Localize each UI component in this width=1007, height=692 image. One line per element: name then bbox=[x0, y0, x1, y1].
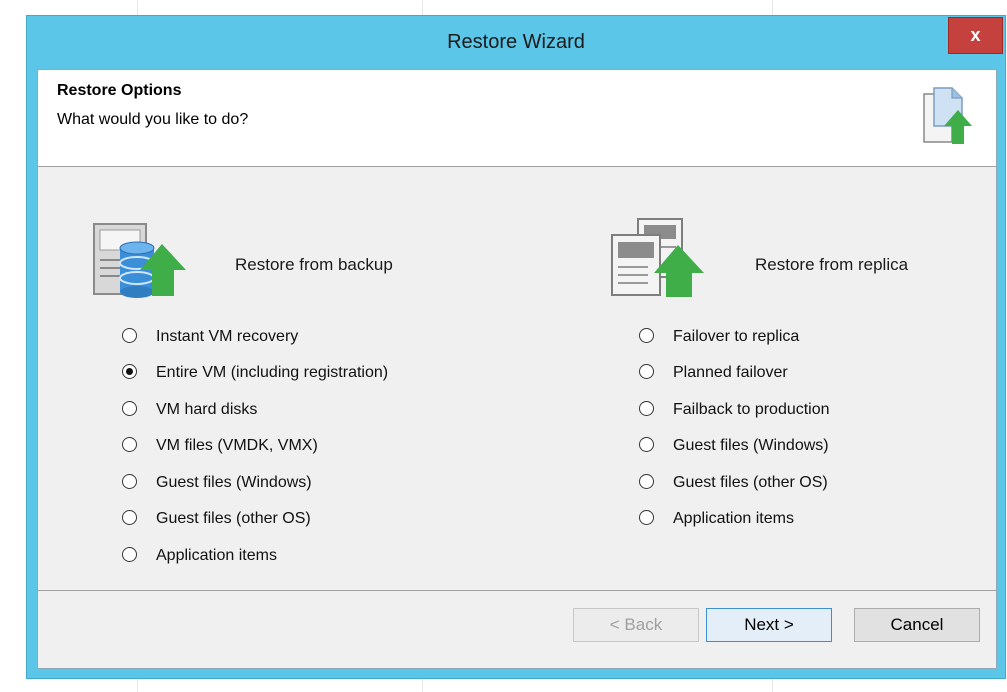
radio-button[interactable] bbox=[639, 328, 654, 343]
option-label: Guest files (other OS) bbox=[673, 474, 828, 491]
option-label: Planned failover bbox=[673, 364, 788, 381]
window-title: Restore Wizard bbox=[447, 31, 585, 53]
option-planned-failover[interactable]: Planned failover bbox=[639, 361, 939, 385]
radio-button[interactable] bbox=[639, 364, 654, 379]
option-guest-files-windows[interactable]: Guest files (Windows) bbox=[122, 471, 422, 495]
radio-button[interactable] bbox=[122, 547, 137, 562]
radio-button[interactable] bbox=[639, 474, 654, 489]
option-label: Entire VM (including registration) bbox=[156, 364, 389, 381]
option-label: Application items bbox=[156, 547, 277, 564]
step-title: Restore Options bbox=[57, 82, 182, 99]
option-label: Guest files (other OS) bbox=[156, 510, 311, 527]
option-label: VM hard disks bbox=[156, 401, 258, 418]
option-label: VM files (VMDK, VMX) bbox=[156, 437, 318, 454]
radio-button[interactable] bbox=[122, 474, 137, 489]
back-button[interactable]: < Back bbox=[573, 608, 699, 642]
radio-button[interactable] bbox=[122, 510, 137, 525]
option-entire-vm[interactable]: Entire VM (including registration) bbox=[122, 361, 422, 385]
option-failover-to-replica[interactable]: Failover to replica bbox=[639, 325, 939, 349]
option-application-items[interactable]: Application items bbox=[639, 507, 939, 531]
option-label: Guest files (Windows) bbox=[156, 474, 312, 491]
restore-document-icon bbox=[923, 87, 972, 144]
footer-divider bbox=[38, 590, 996, 591]
radio-button[interactable] bbox=[639, 401, 654, 416]
restore-from-backup-label: Restore from backup bbox=[235, 255, 393, 274]
restore-wizard-window: Restore Wizard x Restore Options What wo… bbox=[26, 15, 1006, 679]
step-subtitle: What would you like to do? bbox=[57, 111, 249, 128]
radio-button[interactable] bbox=[122, 328, 137, 343]
radio-button[interactable] bbox=[639, 510, 654, 525]
option-vm-hard-disks[interactable]: VM hard disks bbox=[122, 398, 422, 422]
radio-button-selected[interactable] bbox=[122, 364, 137, 379]
close-button[interactable]: x bbox=[948, 17, 1003, 54]
option-label: Guest files (Windows) bbox=[673, 437, 829, 454]
radio-button[interactable] bbox=[639, 437, 654, 452]
option-vm-files[interactable]: VM files (VMDK, VMX) bbox=[122, 434, 422, 458]
option-label: Failover to replica bbox=[673, 328, 800, 345]
radio-selected-dot bbox=[126, 368, 133, 375]
option-guest-files-other-os[interactable]: Guest files (other OS) bbox=[122, 507, 422, 531]
wizard-header: Restore Options What would you like to d… bbox=[38, 70, 996, 167]
cancel-button[interactable]: Cancel bbox=[854, 608, 980, 642]
replica-documents-icon bbox=[611, 218, 704, 297]
option-instant-vm-recovery[interactable]: Instant VM recovery bbox=[122, 325, 422, 349]
next-button[interactable]: Next > bbox=[706, 608, 832, 642]
radio-button[interactable] bbox=[122, 401, 137, 416]
option-guest-files-windows[interactable]: Guest files (Windows) bbox=[639, 434, 939, 458]
title-bar[interactable]: Restore Wizard x bbox=[27, 16, 1005, 69]
option-label: Instant VM recovery bbox=[156, 328, 299, 345]
option-application-items[interactable]: Application items bbox=[122, 544, 422, 568]
radio-button[interactable] bbox=[122, 437, 137, 452]
option-label: Application items bbox=[673, 510, 794, 527]
option-failback-to-production[interactable]: Failback to production bbox=[639, 398, 939, 422]
option-guest-files-other-os[interactable]: Guest files (other OS) bbox=[639, 471, 939, 495]
backup-database-icon bbox=[93, 223, 186, 298]
restore-from-replica-label: Restore from replica bbox=[755, 255, 909, 274]
wizard-body: Restore Options What would you like to d… bbox=[37, 69, 997, 669]
option-label: Failback to production bbox=[673, 401, 830, 418]
